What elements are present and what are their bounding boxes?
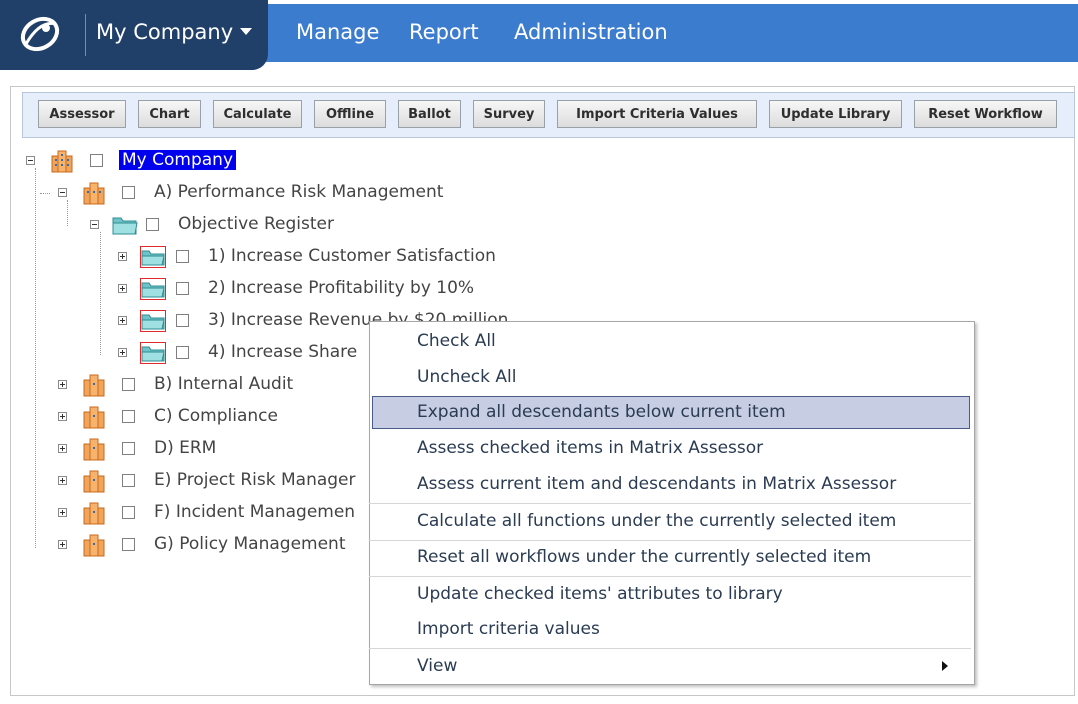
tree-item[interactable]: 2) Increase Profitability by 10% bbox=[208, 278, 474, 298]
folder-icon bbox=[140, 278, 166, 300]
collapse-toggle[interactable] bbox=[90, 220, 99, 229]
menu-item-check-all[interactable]: Check All bbox=[417, 331, 496, 351]
tree-checkbox[interactable] bbox=[90, 154, 103, 167]
menu-separator bbox=[369, 540, 971, 541]
app-logo-icon bbox=[20, 16, 60, 52]
menu-item-expand-descendants[interactable]: Expand all descendants below current ite… bbox=[417, 402, 786, 422]
tree-item[interactable]: F) Incident Managemen bbox=[154, 502, 355, 522]
tree-checkbox[interactable] bbox=[176, 314, 189, 327]
menu-item-view[interactable]: View bbox=[417, 656, 457, 676]
folder-icon bbox=[140, 310, 166, 332]
chevron-down-icon[interactable] bbox=[240, 28, 252, 35]
nav-administration[interactable]: Administration bbox=[514, 20, 668, 44]
tree-checkbox[interactable] bbox=[176, 282, 189, 295]
tree-item[interactable]: C) Compliance bbox=[154, 406, 278, 426]
collapse-toggle[interactable] bbox=[26, 156, 35, 165]
expand-toggle[interactable] bbox=[58, 444, 67, 453]
menu-item-import-criteria[interactable]: Import criteria values bbox=[417, 619, 600, 639]
tree-item[interactable]: D) ERM bbox=[154, 438, 216, 458]
tree-checkbox[interactable] bbox=[122, 506, 135, 519]
expand-toggle[interactable] bbox=[118, 284, 127, 293]
calculate-button[interactable]: Calculate bbox=[213, 100, 302, 128]
menu-item-uncheck-all[interactable]: Uncheck All bbox=[417, 367, 516, 387]
menu-item-update-attributes[interactable]: Update checked items' attributes to libr… bbox=[417, 584, 783, 604]
expand-toggle[interactable] bbox=[58, 380, 67, 389]
nav-report[interactable]: Report bbox=[409, 20, 479, 44]
top-bar: My Company Manage Report Administration bbox=[0, 0, 1078, 70]
tree-item[interactable]: Objective Register bbox=[178, 214, 334, 234]
collapse-toggle[interactable] bbox=[58, 188, 67, 197]
tree-item[interactable]: G) Policy Management bbox=[154, 534, 346, 554]
tree-checkbox[interactable] bbox=[122, 186, 135, 199]
menu-item-calculate-all[interactable]: Calculate all functions under the curren… bbox=[417, 511, 896, 531]
tree-item[interactable]: A) Performance Risk Management bbox=[154, 182, 443, 202]
menu-separator bbox=[369, 503, 971, 504]
building-icon bbox=[51, 150, 73, 173]
folder-icon bbox=[140, 246, 166, 268]
offline-button[interactable]: Offline bbox=[314, 100, 386, 128]
assessor-button[interactable]: Assessor bbox=[38, 100, 126, 128]
tree-checkbox[interactable] bbox=[146, 218, 159, 231]
menu-separator bbox=[369, 648, 971, 649]
expand-toggle[interactable] bbox=[58, 412, 67, 421]
building-icon bbox=[83, 502, 105, 525]
tree-item[interactable]: B) Internal Audit bbox=[154, 374, 293, 394]
tree-item[interactable]: 1) Increase Customer Satisfaction bbox=[208, 246, 496, 266]
tree-checkbox[interactable] bbox=[122, 474, 135, 487]
ballot-button[interactable]: Ballot bbox=[398, 100, 461, 128]
menu-separator bbox=[369, 576, 971, 577]
company-selector[interactable]: My Company bbox=[96, 20, 233, 44]
tree-line bbox=[40, 193, 50, 194]
tree-item-root[interactable]: My Company bbox=[119, 150, 237, 170]
expand-toggle[interactable] bbox=[58, 476, 67, 485]
menu-item-reset-workflows[interactable]: Reset all workflows under the currently … bbox=[417, 547, 871, 567]
tree-checkbox[interactable] bbox=[122, 538, 135, 551]
building-icon bbox=[83, 374, 105, 397]
menu-item-assess-current[interactable]: Assess current item and descendants in M… bbox=[417, 474, 896, 494]
tree-item[interactable]: E) Project Risk Manager bbox=[154, 470, 356, 490]
building-icon bbox=[83, 438, 105, 461]
reset-workflow-button[interactable]: Reset Workflow bbox=[914, 100, 1057, 128]
expand-toggle[interactable] bbox=[58, 508, 67, 517]
expand-toggle[interactable] bbox=[118, 316, 127, 325]
brand-block: My Company bbox=[0, 0, 268, 70]
menu-item-assess-checked[interactable]: Assess checked items in Matrix Assessor bbox=[417, 438, 763, 458]
building-icon bbox=[83, 406, 105, 429]
building-icon bbox=[83, 470, 105, 493]
folder-icon bbox=[112, 217, 138, 235]
tree-line bbox=[35, 168, 36, 548]
building-icon bbox=[83, 182, 105, 205]
expand-toggle[interactable] bbox=[58, 540, 67, 549]
nav-manage[interactable]: Manage bbox=[296, 20, 379, 44]
tree-checkbox[interactable] bbox=[176, 346, 189, 359]
tree-checkbox[interactable] bbox=[176, 250, 189, 263]
import-criteria-values-button[interactable]: Import Criteria Values bbox=[557, 100, 757, 128]
building-icon bbox=[83, 534, 105, 557]
chart-button[interactable]: Chart bbox=[138, 100, 201, 128]
tree-checkbox[interactable] bbox=[122, 410, 135, 423]
brand-divider bbox=[85, 14, 86, 56]
folder-icon bbox=[140, 342, 166, 364]
survey-button[interactable]: Survey bbox=[473, 100, 545, 128]
tree-checkbox[interactable] bbox=[122, 378, 135, 391]
tree-item[interactable]: 4) Increase Share bbox=[208, 342, 357, 362]
tree-line bbox=[100, 232, 101, 355]
submenu-arrow-icon bbox=[942, 661, 948, 671]
tree-line bbox=[67, 200, 68, 226]
update-library-button[interactable]: Update Library bbox=[769, 100, 902, 128]
expand-toggle[interactable] bbox=[118, 348, 127, 357]
tree-checkbox[interactable] bbox=[122, 442, 135, 455]
expand-toggle[interactable] bbox=[118, 252, 127, 261]
